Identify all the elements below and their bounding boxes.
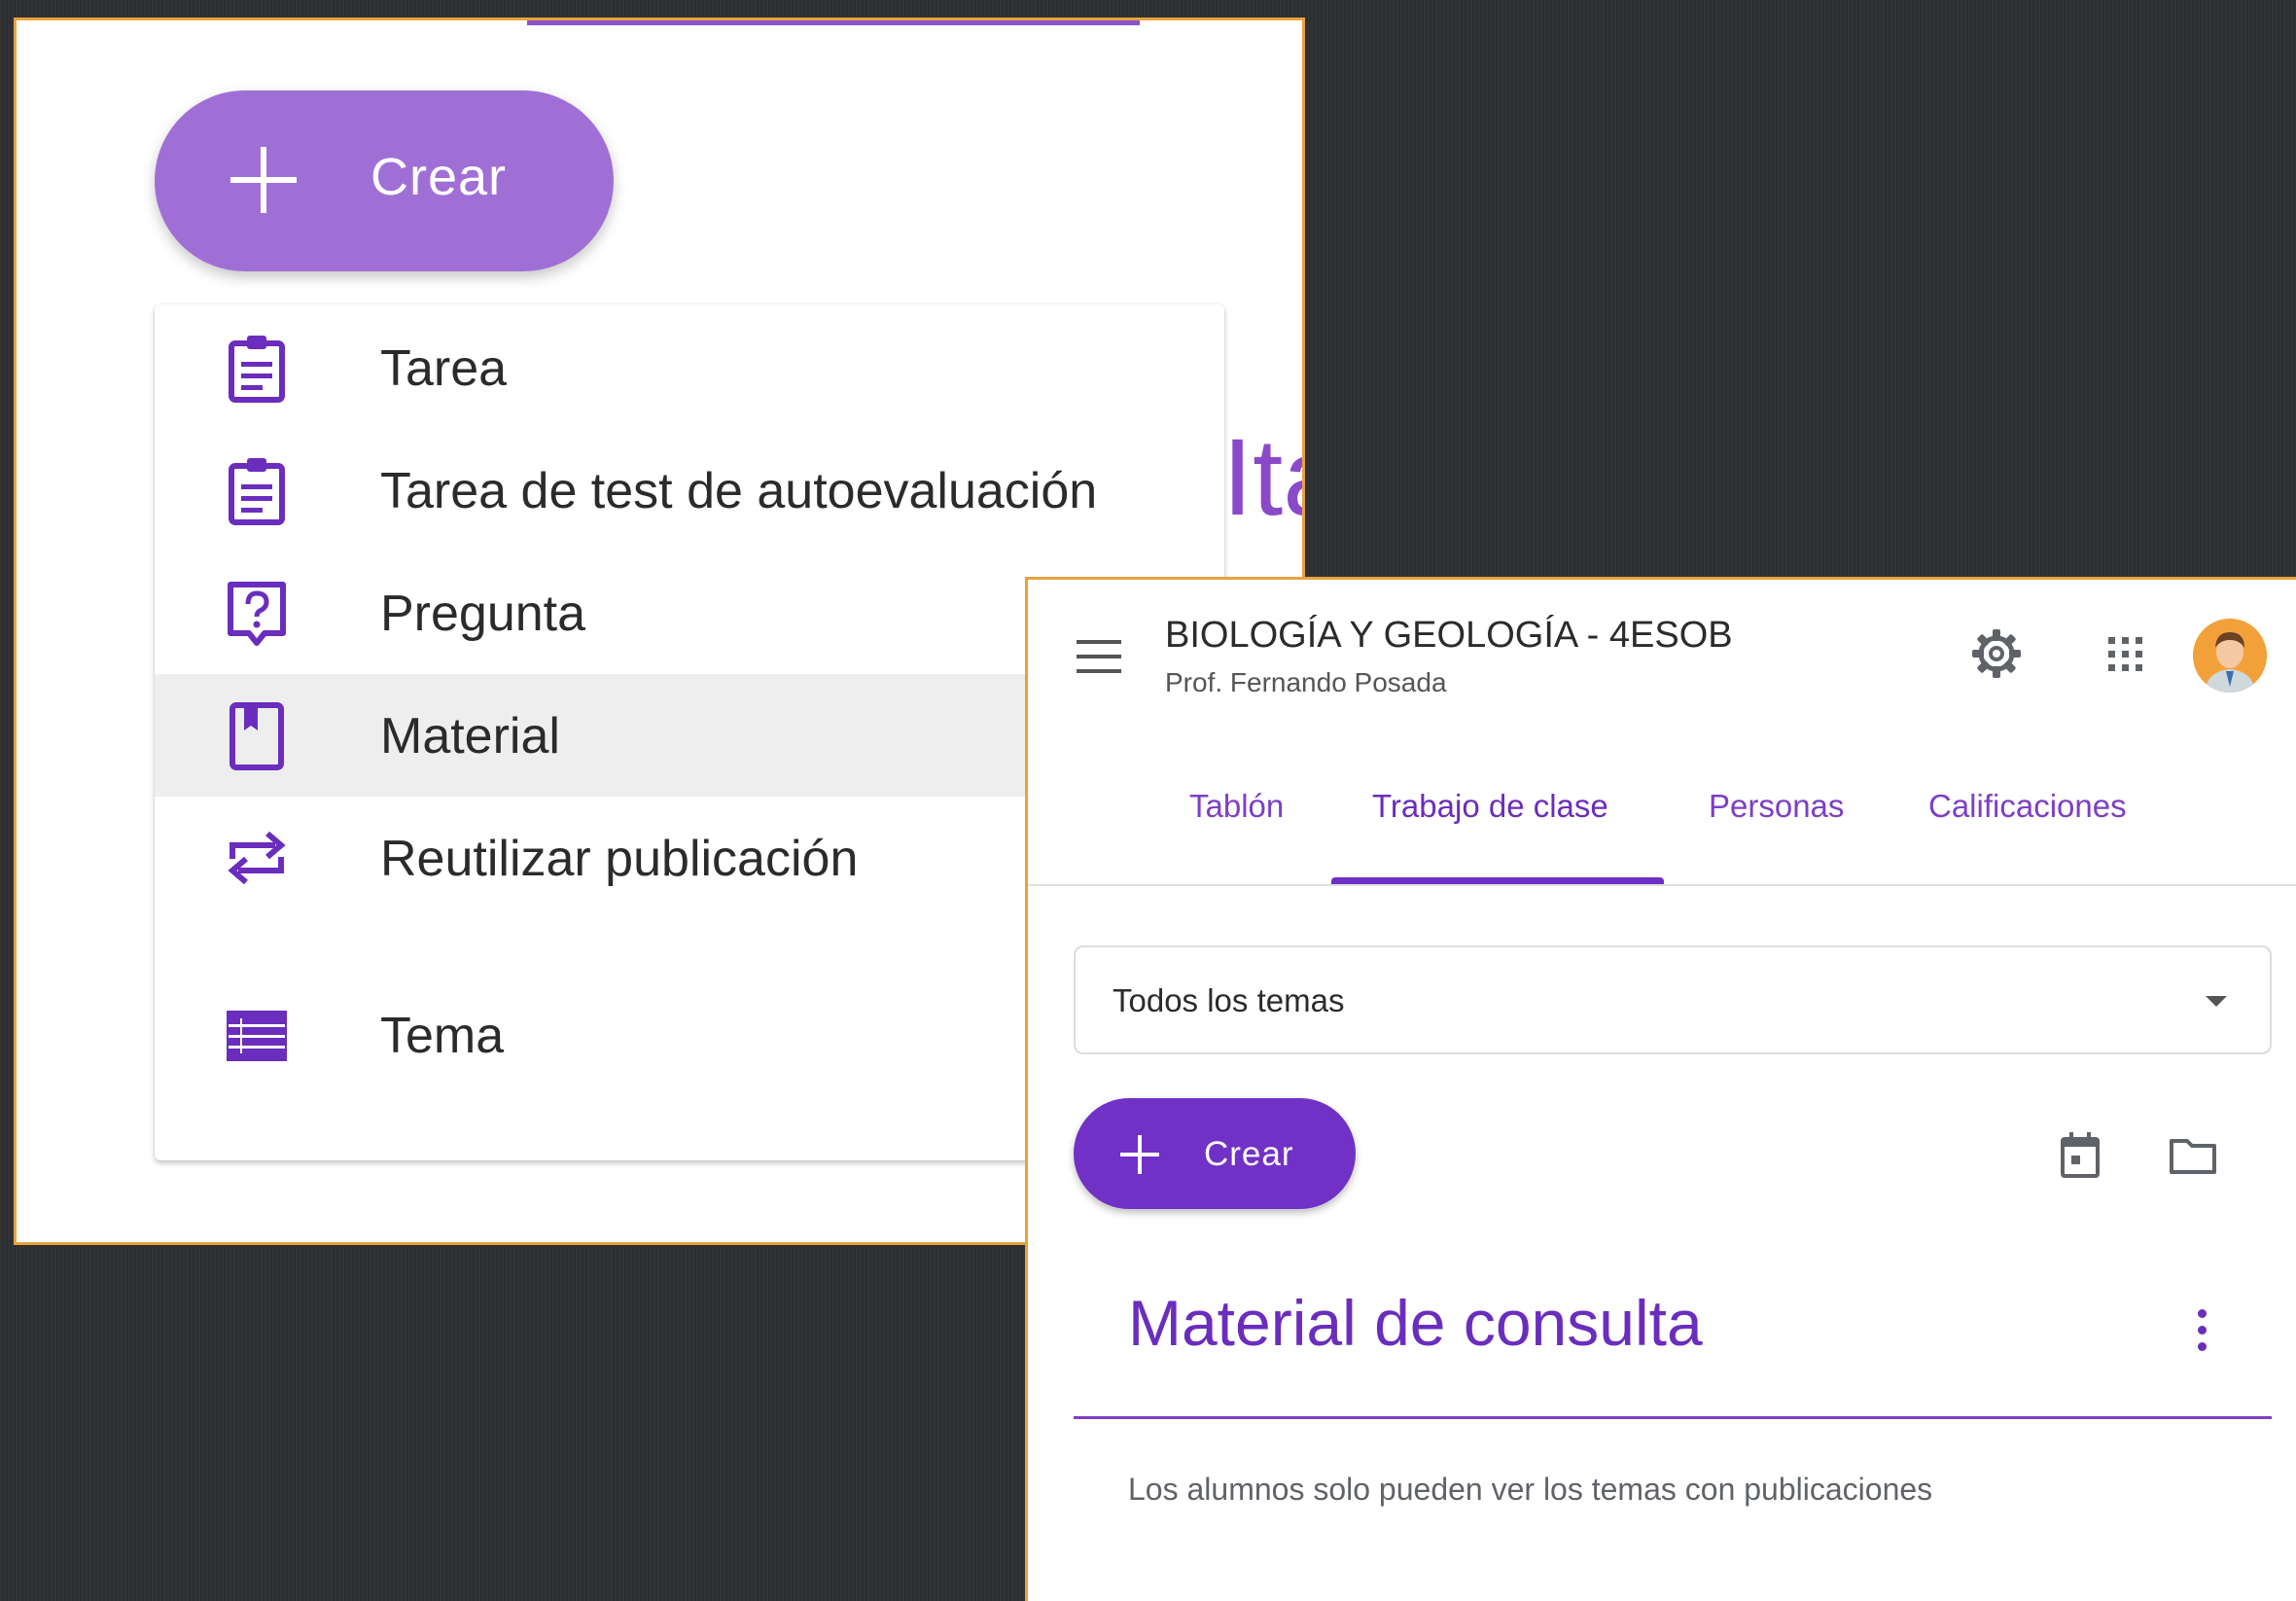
plus-icon bbox=[1120, 1135, 1159, 1174]
topic-filter-dropdown[interactable]: Todos los temas bbox=[1074, 945, 2272, 1054]
classroom-classwork-panel: BIOLOGÍA Y GEOLOGÍA - 4ESOB Prof. Fernan… bbox=[1025, 577, 2296, 1601]
menu-item-quiz-assignment[interactable]: Tarea de test de autoevaluación bbox=[155, 429, 1224, 551]
topic-section-title[interactable]: Material de consulta bbox=[1128, 1286, 1703, 1360]
material-book-icon bbox=[221, 699, 293, 771]
dropdown-arrow-icon bbox=[2206, 996, 2227, 1007]
course-title[interactable]: BIOLOGÍA Y GEOLOGÍA - 4ESOB bbox=[1165, 615, 1733, 657]
tab-personas[interactable]: Personas bbox=[1709, 788, 1844, 825]
menu-icon[interactable] bbox=[1077, 640, 1121, 673]
user-avatar[interactable] bbox=[2193, 619, 2267, 693]
menu-item-label: Tema bbox=[380, 1008, 505, 1064]
menu-item-label: Material bbox=[380, 708, 560, 765]
question-icon bbox=[221, 577, 293, 649]
folder-icon[interactable] bbox=[2164, 1125, 2222, 1184]
create-button-label: Crear bbox=[371, 148, 508, 206]
create-button-label: Crear bbox=[1204, 1135, 1294, 1173]
teacher-name: Prof. Fernando Posada bbox=[1165, 667, 1447, 697]
apps-grid-icon[interactable] bbox=[2096, 624, 2154, 683]
settings-gear-icon[interactable] bbox=[1967, 624, 2026, 683]
active-tab-indicator bbox=[1331, 877, 1664, 884]
more-options-icon[interactable] bbox=[2195, 1307, 2208, 1354]
section-visibility-note: Los alumnos solo pueden ver los temas co… bbox=[1128, 1472, 1933, 1507]
assignment-icon bbox=[221, 332, 293, 404]
calendar-icon[interactable] bbox=[2051, 1125, 2109, 1184]
tab-trabajo-de-clase[interactable]: Trabajo de clase bbox=[1372, 788, 1608, 825]
header-divider bbox=[1028, 884, 2296, 886]
create-button[interactable]: Crear bbox=[155, 90, 614, 271]
tab-underline-fragment bbox=[527, 20, 1140, 25]
plus-icon bbox=[230, 147, 297, 213]
menu-item-label: Pregunta bbox=[380, 586, 586, 642]
menu-item-tarea[interactable]: Tarea bbox=[155, 306, 1224, 429]
topic-filter-value: Todos los temas bbox=[1113, 982, 1345, 1018]
tab-calificaciones[interactable]: Calificaciones bbox=[1928, 788, 2127, 825]
menu-item-label: Reutilizar publicación bbox=[380, 831, 859, 887]
topic-list-icon bbox=[221, 999, 293, 1071]
section-divider bbox=[1074, 1416, 2272, 1419]
tab-tablon[interactable]: Tablón bbox=[1189, 788, 1284, 825]
create-button[interactable]: Crear bbox=[1074, 1098, 1356, 1209]
menu-item-label: Tarea de test de autoevaluación bbox=[380, 463, 1098, 519]
background-heading-fragment: Ita bbox=[1222, 416, 1302, 538]
repost-arrows-icon bbox=[221, 822, 293, 894]
quiz-assignment-icon bbox=[221, 454, 293, 526]
menu-item-label: Tarea bbox=[380, 340, 508, 397]
